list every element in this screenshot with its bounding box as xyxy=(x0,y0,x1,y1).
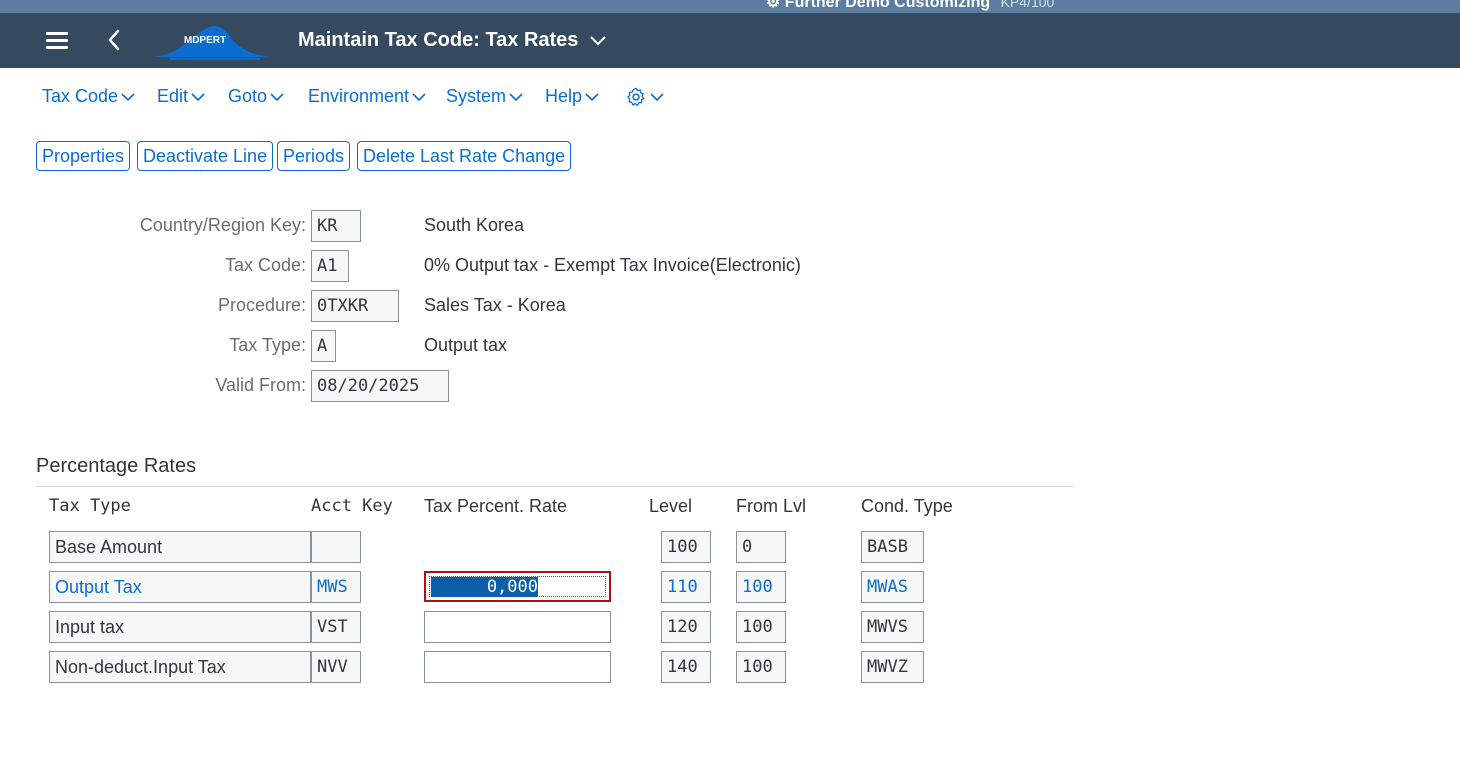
tax-rate-input[interactable] xyxy=(424,611,611,643)
level-cell[interactable]: 100 xyxy=(661,531,711,563)
col-header-cond-type: Cond. Type xyxy=(861,496,953,516)
deactivate-line-button[interactable]: Deactivate Line xyxy=(137,141,274,171)
menu-settings[interactable] xyxy=(622,86,664,108)
chevron-down-icon xyxy=(585,93,599,101)
from-lvl-cell[interactable]: 0 xyxy=(736,531,786,563)
tax-type-cell[interactable]: Output Tax xyxy=(49,571,311,603)
system-info: ⚙ Further Demo Customizing KP4/100 xyxy=(766,0,1054,12)
col-header-from-lvl: From Lvl xyxy=(736,496,807,516)
country-desc: South Korea xyxy=(424,215,525,235)
menu-system[interactable]: System xyxy=(446,86,523,107)
cond-type-cell[interactable]: MWVZ xyxy=(861,651,924,683)
cond-type-cell[interactable]: MWAS xyxy=(861,571,924,603)
menu-help[interactable]: Help xyxy=(545,86,599,107)
acct-key-cell[interactable]: MWS xyxy=(311,571,361,603)
col-header-acct-key: Acct Key xyxy=(311,496,393,516)
acct-key-cell[interactable]: VST xyxy=(311,611,361,643)
valid-from-field[interactable]: 08/20/2025 xyxy=(311,370,449,402)
system-strip: ⚙ Further Demo Customizing KP4/100 xyxy=(0,0,1460,13)
tax-rate-input-focused[interactable]: 0,000 xyxy=(424,571,611,602)
from-lvl-cell[interactable]: 100 xyxy=(736,611,786,643)
properties-button[interactable]: Properties xyxy=(36,141,131,171)
periods-button[interactable]: Periods xyxy=(277,141,351,171)
tax-type-cell[interactable]: Input tax xyxy=(49,611,311,643)
chevron-down-icon xyxy=(650,93,664,101)
section-title: Percentage Rates xyxy=(36,455,197,477)
menu-tax-code[interactable]: Tax Code xyxy=(42,86,135,107)
chevron-down-icon xyxy=(590,36,606,46)
tax-type-label: Tax Type: xyxy=(229,335,306,355)
tax-type-field[interactable]: A xyxy=(311,330,336,362)
chevron-down-icon xyxy=(509,93,523,101)
level-cell[interactable]: 140 xyxy=(661,651,711,683)
tax-type-desc: Output tax xyxy=(424,335,508,355)
logo-text: MDPERT xyxy=(184,35,226,46)
chevron-down-icon xyxy=(270,93,284,101)
tax-rate-input[interactable] xyxy=(424,651,611,683)
selected-rate-value[interactable]: 0,000 xyxy=(431,577,538,597)
shell-bar: MDPERT Maintain Tax Code: Tax Rates xyxy=(0,13,1460,68)
user-icon: ⚙ xyxy=(766,0,781,11)
valid-from-label: Valid From: xyxy=(215,375,306,395)
col-header-rate: Tax Percent. Rate xyxy=(424,496,568,516)
company-logo[interactable]: MDPERT xyxy=(150,17,270,63)
app-title[interactable]: Maintain Tax Code: Tax Rates xyxy=(298,29,606,52)
procedure-desc: Sales Tax - Korea xyxy=(424,295,566,315)
delete-last-rate-change-button[interactable]: Delete Last Rate Change xyxy=(357,141,572,171)
menu-environment[interactable]: Environment xyxy=(308,86,426,107)
country-label: Country/Region Key: xyxy=(139,215,306,235)
tax-type-cell[interactable]: Base Amount xyxy=(49,531,311,563)
chevron-down-icon xyxy=(121,93,135,101)
tax-code-desc: 0% Output tax - Exempt Tax Invoice(Elect… xyxy=(424,255,801,275)
section-divider xyxy=(36,486,1074,487)
col-header-level: Level xyxy=(649,496,693,516)
cond-type-cell[interactable]: MWVS xyxy=(861,611,924,643)
col-header-tax-type: Tax Type xyxy=(49,496,131,516)
from-lvl-cell[interactable]: 100 xyxy=(736,651,786,683)
level-cell[interactable]: 120 xyxy=(661,611,711,643)
menu-hamburger-icon[interactable] xyxy=(46,32,68,50)
procedure-label: Procedure: xyxy=(217,295,306,315)
back-icon[interactable] xyxy=(104,27,124,53)
acct-key-cell[interactable]: NVV xyxy=(311,651,361,683)
tax-code-label: Tax Code: xyxy=(224,255,306,275)
procedure-field[interactable]: 0TXKR xyxy=(311,290,399,322)
chevron-down-icon xyxy=(412,93,426,101)
gear-icon xyxy=(627,87,645,107)
tax-code-field[interactable]: A1 xyxy=(311,250,349,282)
from-lvl-cell[interactable]: 100 xyxy=(736,571,786,603)
level-cell[interactable]: 110 xyxy=(661,571,711,603)
cond-type-cell[interactable]: BASB xyxy=(861,531,924,563)
menu-edit[interactable]: Edit xyxy=(157,86,205,107)
country-field[interactable]: KR xyxy=(311,210,361,242)
menu-goto[interactable]: Goto xyxy=(228,86,284,107)
chevron-down-icon xyxy=(191,93,205,101)
acct-key-cell[interactable] xyxy=(311,531,361,563)
tax-type-cell[interactable]: Non-deduct.Input Tax xyxy=(49,651,311,683)
